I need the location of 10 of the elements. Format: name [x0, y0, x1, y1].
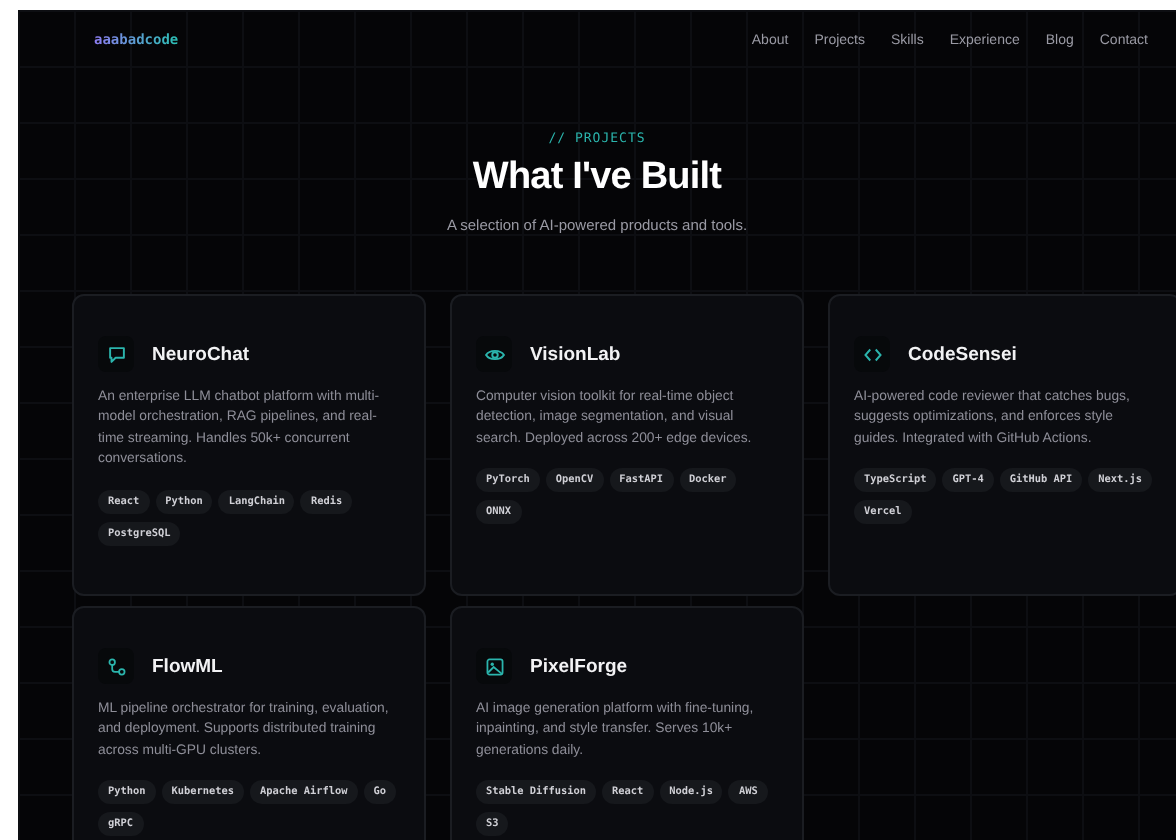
project-title: PixelForge	[530, 655, 628, 677]
project-title: FlowML	[152, 655, 223, 677]
image-icon	[483, 655, 505, 677]
project-title: NeuroChat	[152, 343, 250, 365]
project-title: VisionLab	[530, 343, 621, 365]
project-title: CodeSensei	[908, 343, 1017, 365]
section-title: What I've Built	[472, 156, 722, 200]
code-brackets-icon	[861, 343, 883, 365]
chat-bubble-icon	[105, 343, 127, 365]
connected-nodes-icon	[105, 655, 127, 677]
